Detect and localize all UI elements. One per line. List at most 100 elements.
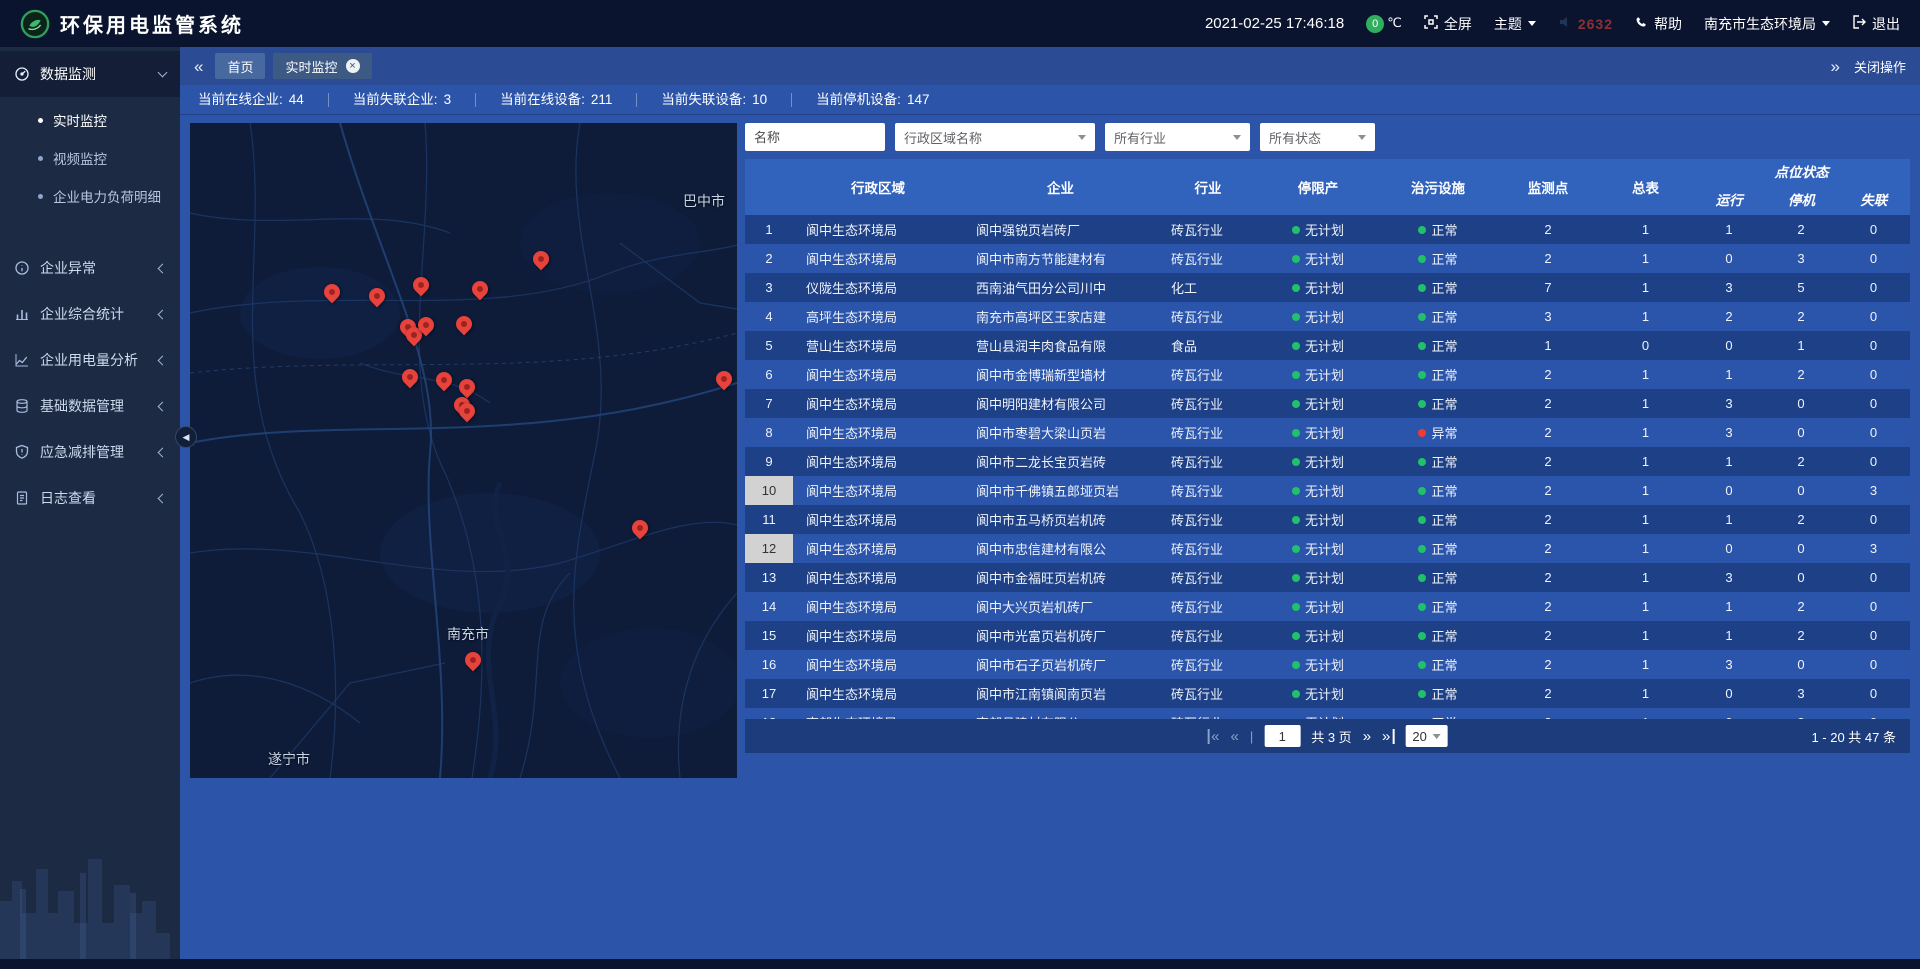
- map-pin-icon[interactable]: [530, 248, 553, 271]
- map-pin-icon[interactable]: [453, 313, 476, 336]
- chevron-left-icon: [158, 309, 168, 319]
- column-header-facility[interactable]: 治污设施: [1378, 159, 1498, 215]
- map-pin-icon[interactable]: [629, 517, 652, 540]
- sidebar-item-7[interactable]: 日志查看: [0, 475, 180, 521]
- cell-total-meters: 1: [1598, 447, 1693, 476]
- cell-company: 阆中明阳建材有限公司: [963, 389, 1158, 418]
- table-row[interactable]: 11阆中生态环境局阆中市五马桥页岩机砖砖瓦行业无计划正常21120: [745, 505, 1910, 534]
- table-row[interactable]: 17阆中生态环境局阆中市江南镇阆南页岩砖瓦行业无计划正常21030: [745, 679, 1910, 708]
- table-row[interactable]: 1阆中生态环境局阆中强锐页岩砖厂砖瓦行业无计划正常21120: [745, 215, 1910, 244]
- tabs-scroll-left-button[interactable]: «: [194, 58, 203, 75]
- help-button[interactable]: 帮助: [1635, 14, 1682, 34]
- sidebar-item-4[interactable]: 企业用电量分析: [0, 337, 180, 383]
- column-header-points[interactable]: 监测点: [1498, 159, 1598, 215]
- alarm-sound-button[interactable]: 2632: [1558, 15, 1613, 32]
- map-collapse-toggle[interactable]: ◀: [175, 426, 197, 448]
- cell-run-count: 0: [1693, 244, 1765, 273]
- table-row[interactable]: 12阆中生态环境局阆中市忠信建材有限公砖瓦行业无计划正常21003: [745, 534, 1910, 563]
- map-pin-icon[interactable]: [410, 274, 433, 297]
- page-number-input[interactable]: [1264, 725, 1300, 747]
- cell-total-meters: 1: [1598, 360, 1693, 389]
- table-row[interactable]: 4高坪生态环境局南充市高坪区王家店建砖瓦行业无计划正常31220: [745, 302, 1910, 331]
- cell-company: 南充市高坪区王家店建: [963, 302, 1158, 331]
- cell-stop-count: 2: [1765, 215, 1837, 244]
- column-header-lost[interactable]: 失联: [1838, 183, 1910, 215]
- table-row[interactable]: 8阆中生态环境局阆中市枣碧大梁山页岩砖瓦行业无计划异常21300: [745, 418, 1910, 447]
- stat-label: 当前在线设备:: [500, 93, 585, 107]
- cell-run-count: 3: [1693, 389, 1765, 418]
- stat-label: 当前停机设备:: [816, 93, 901, 107]
- region-filter-select[interactable]: 行政区域名称: [895, 123, 1095, 151]
- cell-company: 阆中市金福旺页岩机砖: [963, 563, 1158, 592]
- cell-total-meters: 1: [1598, 592, 1693, 621]
- table-row[interactable]: 5营山生态环境局营山县润丰肉食品有限食品无计划正常10010: [745, 331, 1910, 360]
- cell-run-count: 0: [1693, 476, 1765, 505]
- map-pin-icon[interactable]: [713, 368, 736, 391]
- next-page-button[interactable]: »: [1363, 729, 1371, 744]
- name-filter-input[interactable]: [745, 123, 885, 151]
- status-filter-select[interactable]: 所有状态: [1260, 123, 1375, 151]
- cell-facility-status: 正常: [1378, 244, 1498, 273]
- sidebar-subitem[interactable]: 实时监控: [0, 101, 180, 139]
- sidebar-item-2[interactable]: 企业异常: [0, 245, 180, 291]
- table-row[interactable]: 16阆中生态环境局阆中市石子页岩机砖厂砖瓦行业无计划正常21300: [745, 650, 1910, 679]
- row-index: 3: [745, 273, 793, 302]
- map-pin-icon[interactable]: [433, 369, 456, 392]
- table-header: 行政区域 企业 行业 停限产 治污设施 监测点 总表 点位状态 运行: [745, 159, 1910, 215]
- table-row[interactable]: 13阆中生态环境局阆中市金福旺页岩机砖砖瓦行业无计划正常21300: [745, 563, 1910, 592]
- map-pin-icon[interactable]: [456, 376, 479, 399]
- table-row[interactable]: 2阆中生态环境局阆中市南方节能建材有砖瓦行业无计划正常21030: [745, 244, 1910, 273]
- datetime: 2021-02-25 17:46:18: [1205, 15, 1344, 32]
- first-page-button[interactable]: «: [1207, 729, 1219, 744]
- map-pin-icon[interactable]: [366, 285, 389, 308]
- table-row[interactable]: 3仪陇生态环境局西南油气田分公司川中化工无计划正常71350: [745, 273, 1910, 302]
- map-pin-icon[interactable]: [321, 281, 344, 304]
- tab-2[interactable]: 实时监控×: [273, 53, 371, 79]
- sidebar-item-5[interactable]: 基础数据管理: [0, 383, 180, 429]
- column-header-industry[interactable]: 行业: [1158, 159, 1258, 215]
- org-dropdown[interactable]: 南充市生态环境局: [1704, 14, 1830, 34]
- table-row[interactable]: 14阆中生态环境局阆中大兴页岩机砖厂砖瓦行业无计划正常21120: [745, 592, 1910, 621]
- column-header-company[interactable]: 企业: [963, 159, 1158, 215]
- sidebar-item-3[interactable]: 企业综合统计: [0, 291, 180, 337]
- column-header-meters[interactable]: 总表: [1598, 159, 1693, 215]
- chevron-down-icon: [1358, 135, 1366, 140]
- last-page-button[interactable]: »: [1382, 729, 1394, 744]
- exit-button[interactable]: 退出: [1852, 14, 1900, 34]
- map-pin-icon[interactable]: [462, 649, 485, 672]
- column-header-stop[interactable]: 停机: [1765, 183, 1837, 215]
- cell-run-count: 3: [1693, 563, 1765, 592]
- point-status-group-label: 点位状态: [1693, 159, 1910, 183]
- table-row[interactable]: 9阆中生态环境局阆中市二龙长宝页岩砖砖瓦行业无计划正常21120: [745, 447, 1910, 476]
- status-dot-icon: [1292, 661, 1300, 669]
- tabs-scroll-right-button[interactable]: »: [1831, 58, 1840, 75]
- table-row[interactable]: 15阆中生态环境局阆中市光富页岩机砖厂砖瓦行业无计划正常21120: [745, 621, 1910, 650]
- fullscreen-button[interactable]: 全屏: [1424, 14, 1472, 34]
- column-header-region[interactable]: 行政区域: [793, 159, 963, 215]
- column-header-run[interactable]: 运行: [1693, 183, 1765, 215]
- cell-lost-count: 0: [1837, 244, 1910, 273]
- sidebar-item-6[interactable]: 应急减排管理: [0, 429, 180, 475]
- prev-page-button[interactable]: «: [1230, 729, 1238, 744]
- cell-total-meters: 1: [1598, 708, 1693, 719]
- map-pin-icon[interactable]: [469, 278, 492, 301]
- theme-dropdown[interactable]: 主题: [1494, 14, 1536, 34]
- table-row[interactable]: 6阆中生态环境局阆中市金博瑞新型墙材砖瓦行业无计划正常21120: [745, 360, 1910, 389]
- close-operations-button[interactable]: 关闭操作: [1854, 57, 1906, 76]
- map-pin-icon[interactable]: [399, 366, 422, 389]
- map-panel[interactable]: 巴中市南充市遂宁市: [190, 123, 737, 778]
- column-header-limit[interactable]: 停限产: [1258, 159, 1378, 215]
- table-row[interactable]: 10阆中生态环境局阆中市千佛镇五郎垭页岩砖瓦行业无计划正常21003: [745, 476, 1910, 505]
- sidebar-item-1[interactable]: 数据监测: [0, 51, 180, 97]
- cell-facility-status: 正常: [1378, 302, 1498, 331]
- industry-filter-select[interactable]: 所有行业: [1105, 123, 1250, 151]
- page-size-select[interactable]: 20: [1405, 725, 1447, 747]
- close-tab-icon[interactable]: ×: [346, 59, 360, 73]
- sidebar-subitem[interactable]: 企业电力负荷明细: [0, 177, 180, 215]
- table-row[interactable]: 7阆中生态环境局阆中明阳建材有限公司砖瓦行业无计划正常21300: [745, 389, 1910, 418]
- table-row[interactable]: 18南部生态环境局南部县建材有限公砖瓦行业无计划正常21030: [745, 708, 1910, 719]
- sidebar-subitem[interactable]: 视频监控: [0, 139, 180, 177]
- cell-monitor-points: 2: [1498, 679, 1598, 708]
- cell-facility-status: 正常: [1378, 331, 1498, 360]
- tab-1[interactable]: 首页: [215, 53, 265, 79]
